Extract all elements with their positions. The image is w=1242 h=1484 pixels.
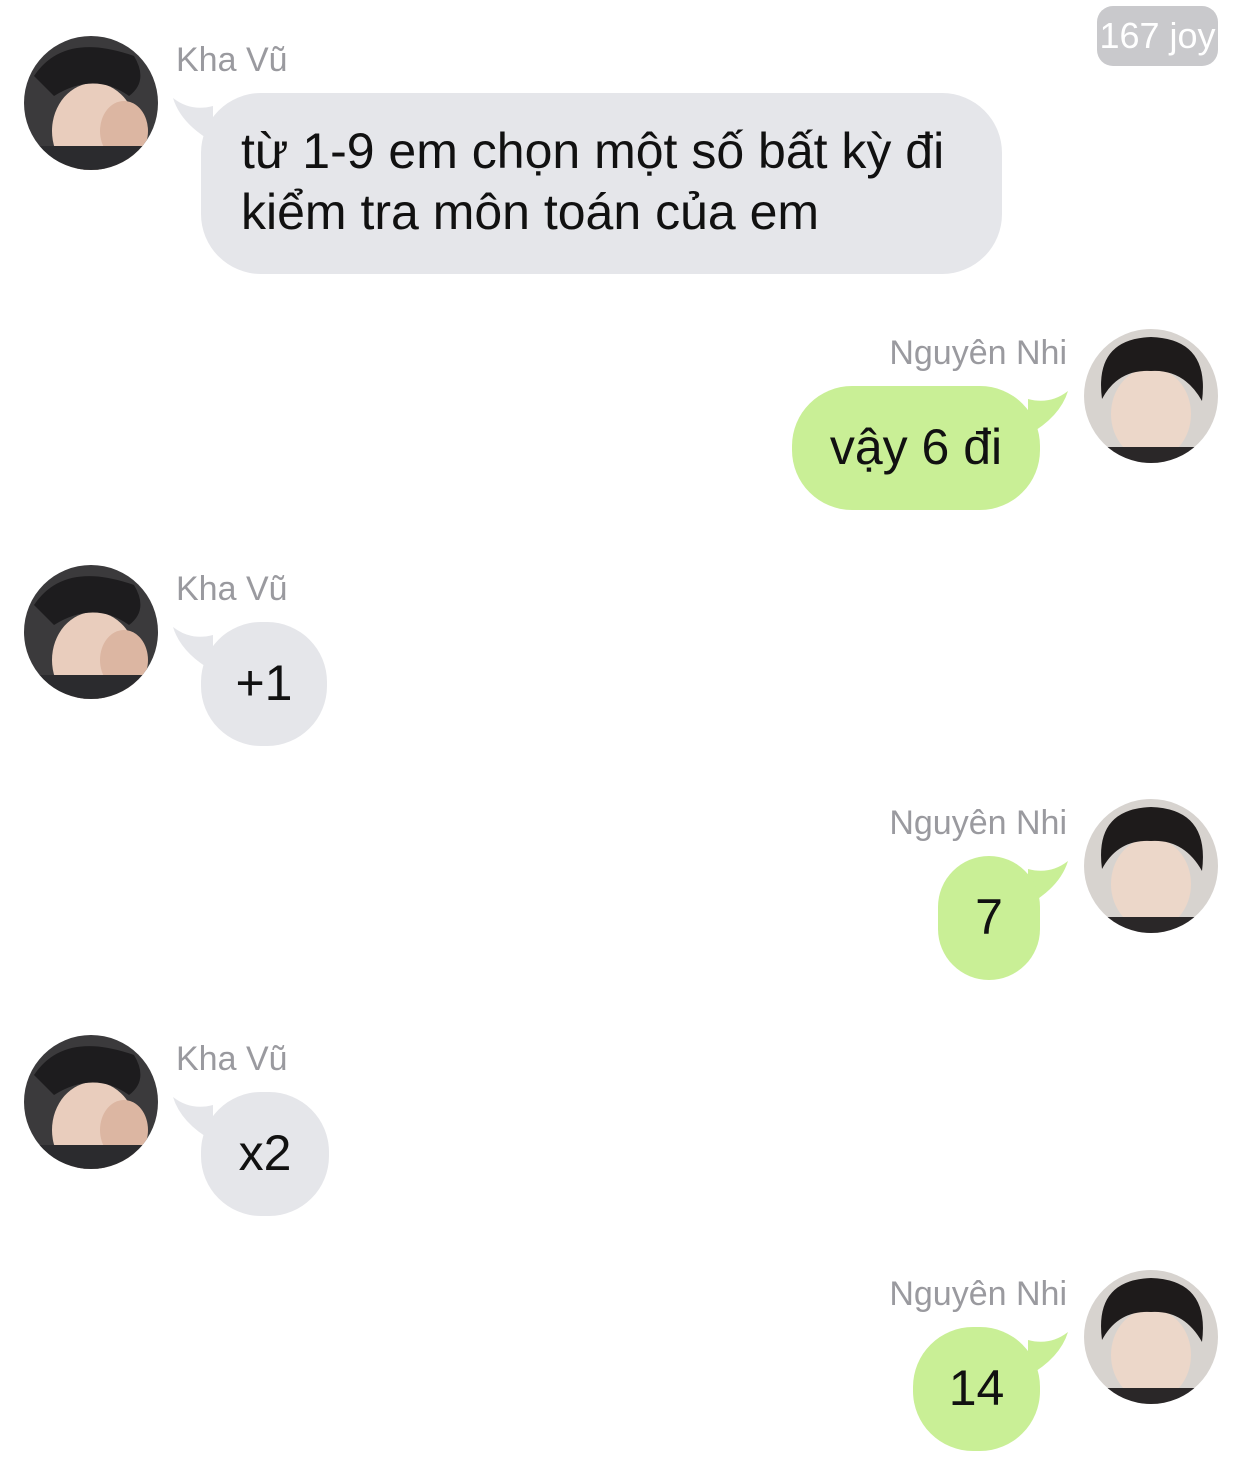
avatar[interactable] xyxy=(1084,329,1218,463)
message-text: 7 xyxy=(975,889,1003,945)
message-row: Nguyên Nhi 7 xyxy=(0,799,1242,984)
avatar[interactable] xyxy=(24,36,158,170)
message-text: x2 xyxy=(238,1125,292,1181)
sender-name: Kha Vũ xyxy=(176,41,288,79)
message-text: +1 xyxy=(235,655,293,711)
message-row: Nguyên Nhi vậy 6 đi xyxy=(0,329,1242,514)
sender-name: Nguyên Nhi xyxy=(889,334,1067,372)
sender-name: Nguyên Nhi xyxy=(889,1275,1067,1313)
message-bubble[interactable]: 7 xyxy=(938,856,1040,980)
message-row: Kha Vũ +1 xyxy=(0,565,1242,750)
message-text: kiểm tra môn toán của em xyxy=(241,184,820,240)
avatar-photo-kha-vu xyxy=(24,1035,158,1169)
sender-name: Kha Vũ xyxy=(176,1040,288,1078)
message-bubble[interactable]: từ 1-9 em chọn một số bất kỳ đi kiểm tra… xyxy=(201,93,1002,274)
avatar[interactable] xyxy=(24,565,158,699)
avatar-photo-nguyen-nhi xyxy=(1084,1270,1218,1404)
avatar-photo-kha-vu xyxy=(24,565,158,699)
avatar-photo-nguyen-nhi xyxy=(1084,799,1218,933)
message-text: vậy 6 đi xyxy=(829,419,1003,475)
message-bubble[interactable]: +1 xyxy=(201,622,327,746)
message-row: Kha Vũ x2 xyxy=(0,1035,1242,1220)
avatar-photo-kha-vu xyxy=(24,36,158,170)
message-row: Kha Vũ từ 1-9 em chọn một số bất kỳ đi k… xyxy=(0,36,1242,281)
message-bubble[interactable]: vậy 6 đi xyxy=(792,386,1040,510)
sender-name: Nguyên Nhi xyxy=(889,804,1067,842)
message-row: Nguyên Nhi 14 xyxy=(0,1270,1242,1455)
avatar-photo-nguyen-nhi xyxy=(1084,329,1218,463)
message-bubble[interactable]: x2 xyxy=(201,1092,329,1216)
sender-name: Kha Vũ xyxy=(176,570,288,608)
message-text: 14 xyxy=(948,1360,1005,1416)
avatar[interactable] xyxy=(24,1035,158,1169)
avatar[interactable] xyxy=(1084,799,1218,933)
avatar[interactable] xyxy=(1084,1270,1218,1404)
message-bubble[interactable]: 14 xyxy=(913,1327,1040,1451)
message-text: từ 1-9 em chọn một số bất kỳ đi xyxy=(241,123,945,179)
